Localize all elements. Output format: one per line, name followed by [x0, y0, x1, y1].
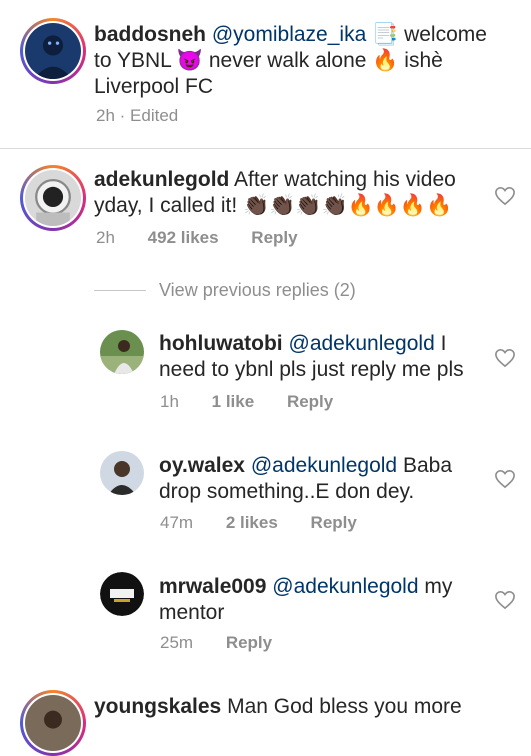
reply-time: 25m: [160, 633, 194, 652]
reply-time: 1h: [160, 392, 179, 411]
reply-button[interactable]: Reply: [287, 392, 333, 411]
avatar[interactable]: [100, 451, 144, 495]
comment-text: youngskales Man God bless you more: [94, 694, 494, 720]
reply-likes[interactable]: 2 likes: [226, 513, 278, 532]
comment-username[interactable]: adekunlegold: [94, 168, 229, 191]
profile-photo-icon: [25, 23, 81, 79]
comment-username[interactable]: youngskales: [94, 695, 221, 718]
reply-username[interactable]: hohluwatobi: [159, 332, 283, 355]
reply-text: mrwale009 @adekunlegold my mentor: [159, 574, 479, 626]
caption-mention[interactable]: @yomiblaze_ika: [212, 23, 366, 46]
reply-button[interactable]: Reply: [311, 513, 357, 532]
profile-photo-icon: [100, 451, 144, 495]
comment-text: adekunlegold After watching his video yd…: [94, 167, 474, 219]
reply-username[interactable]: mrwale009: [159, 575, 266, 598]
reply-mention[interactable]: @adekunlegold: [272, 575, 418, 598]
reply-button[interactable]: Reply: [226, 633, 272, 652]
reply-mention[interactable]: @adekunlegold: [251, 454, 397, 477]
like-heart-icon[interactable]: [494, 348, 516, 368]
caption-text: baddosneh @yomiblaze_ika 📑 welcome to YB…: [94, 22, 504, 100]
caption-username[interactable]: baddosneh: [94, 23, 206, 46]
reply-likes[interactable]: 1 like: [212, 392, 255, 411]
caption-edited: · Edited: [119, 106, 179, 125]
like-heart-icon[interactable]: [494, 186, 516, 206]
profile-photo-icon: [100, 330, 144, 374]
profile-photo-icon: [25, 170, 81, 226]
like-heart-icon[interactable]: [494, 590, 516, 610]
caption-meta: 2h · Edited: [96, 106, 178, 126]
avatar[interactable]: [20, 165, 86, 231]
profile-photo-icon: [100, 572, 144, 616]
avatar[interactable]: [20, 690, 86, 756]
comment-meta: 2h 492 likes Reply: [96, 228, 326, 248]
view-previous-label[interactable]: View previous replies (2): [159, 280, 356, 301]
avatar[interactable]: [20, 18, 86, 84]
reply-meta: 25m Reply: [160, 633, 300, 653]
view-previous-replies[interactable]: View previous replies (2): [94, 278, 356, 302]
reply-mention[interactable]: @adekunlegold: [289, 332, 435, 355]
avatar[interactable]: [100, 572, 144, 616]
comment-time: 2h: [96, 228, 115, 247]
profile-photo-icon: [25, 695, 81, 751]
reply-button[interactable]: Reply: [251, 228, 297, 247]
replies-line-divider: [94, 289, 146, 291]
caption-time: 2h: [96, 106, 115, 125]
comment-body: Man God bless you more: [227, 695, 462, 718]
reply-text: oy.walex @adekunlegold Baba drop somethi…: [159, 453, 479, 505]
reply-time: 47m: [160, 513, 194, 532]
post-caption: baddosneh @yomiblaze_ika 📑 welcome to YB…: [0, 0, 531, 148]
comment-likes[interactable]: 492 likes: [148, 228, 219, 247]
reply-username[interactable]: oy.walex: [159, 454, 245, 477]
reply-meta: 47m 2 likes Reply: [160, 513, 385, 533]
reply-meta: 1h 1 like Reply: [160, 392, 361, 412]
avatar[interactable]: [100, 330, 144, 374]
like-heart-icon[interactable]: [494, 469, 516, 489]
reply-text: hohluwatobi @adekunlegold I need to ybnl…: [159, 331, 479, 383]
caption-divider: [0, 148, 531, 149]
